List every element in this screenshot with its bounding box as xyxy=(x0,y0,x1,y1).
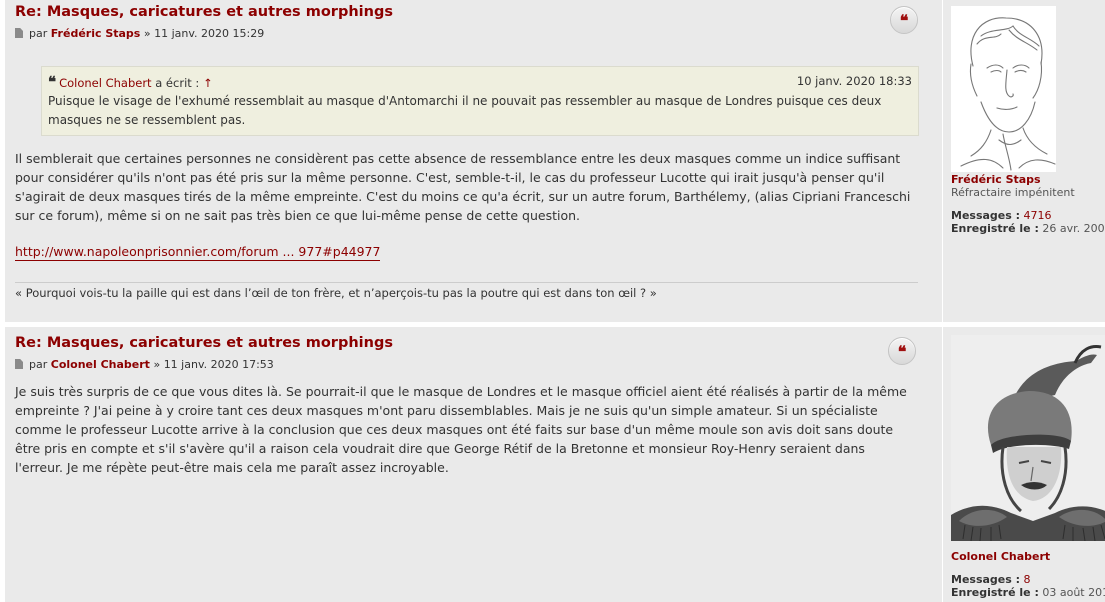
signature: « Pourquoi vois-tu la paille qui est dan… xyxy=(15,286,657,300)
post-author-line: par Frédéric Staps » 11 janv. 2020 15:29 xyxy=(15,27,264,40)
quote-source-arrow-icon[interactable]: ↑ xyxy=(203,76,213,90)
profile-messages: Messages : 8 xyxy=(951,573,1031,586)
post-profile: Colonel Chabert Messages : 8 Enregistré … xyxy=(942,327,1105,602)
post-content: Il semblerait que certaines personnes ne… xyxy=(15,151,911,223)
post-date: 11 janv. 2020 17:53 xyxy=(163,358,274,371)
separator: » xyxy=(143,27,151,40)
avatar-sketch-portrait xyxy=(951,6,1056,172)
avatar[interactable] xyxy=(951,335,1105,541)
messages-label: Messages : xyxy=(951,573,1021,586)
quote-wrote-label: a écrit : xyxy=(155,76,200,90)
registered-date: 03 août 2010 xyxy=(1042,586,1105,599)
registered-date: 26 avr. 2006 1 xyxy=(1042,222,1105,235)
messages-label: Messages : xyxy=(951,209,1021,222)
post-author-link[interactable]: Frédéric Staps xyxy=(51,27,141,40)
by-label: par xyxy=(29,358,48,371)
post-author-link[interactable]: Colonel Chabert xyxy=(51,358,150,371)
avatar[interactable] xyxy=(951,6,1056,172)
post-title[interactable]: Re: Masques, caricatures et autres morph… xyxy=(15,4,393,20)
profile-username[interactable]: Colonel Chabert xyxy=(951,550,1050,563)
quote-date: 10 janv. 2020 18:33 xyxy=(796,74,912,88)
post-profile: Frédéric Staps Réfractaire impénitent Me… xyxy=(942,0,1105,322)
post-author-line: par Colonel Chabert » 11 janv. 2020 17:5… xyxy=(15,358,274,371)
registered-label: Enregistré le : xyxy=(951,586,1039,599)
messages-count-link[interactable]: 8 xyxy=(1024,573,1031,586)
profile-messages: Messages : 4716 xyxy=(951,209,1052,222)
quote-reply-button[interactable]: ❝ xyxy=(888,337,916,365)
profile-rank: Réfractaire impénitent xyxy=(951,186,1075,199)
post-document-icon[interactable] xyxy=(15,28,23,38)
post-date: 11 janv. 2020 15:29 xyxy=(154,27,265,40)
quote-header: ❝ Colonel Chabert a écrit : ↑ xyxy=(48,73,213,91)
post: Re: Masques, caricatures et autres morph… xyxy=(5,327,1105,602)
profile-registered: Enregistré le : 03 août 2010 xyxy=(951,586,1105,599)
messages-count-link[interactable]: 4716 xyxy=(1024,209,1052,222)
quote-text: Puisque le visage de l'exhumé ressemblai… xyxy=(48,94,882,127)
signature-divider xyxy=(15,282,918,283)
post-document-icon[interactable] xyxy=(15,359,23,369)
registered-label: Enregistré le : xyxy=(951,222,1039,235)
post: Re: Masques, caricatures et autres morph… xyxy=(5,0,1105,322)
post-external-link[interactable]: http://www.napoleonprisonnier.com/forum … xyxy=(15,244,381,261)
quote-block: ❝ Colonel Chabert a écrit : ↑ 10 janv. 20… xyxy=(41,66,919,136)
separator: » xyxy=(153,358,161,371)
by-label: par xyxy=(29,27,48,40)
quote-icon: ❝ xyxy=(48,73,57,91)
quote-reply-button[interactable]: ❝ xyxy=(890,6,918,34)
post-content: Je suis très surpris de ce que vous dite… xyxy=(15,384,907,475)
avatar-engraved-portrait xyxy=(951,335,1105,541)
profile-registered: Enregistré le : 26 avr. 2006 1 xyxy=(951,222,1105,235)
profile-username[interactable]: Frédéric Staps xyxy=(951,173,1041,186)
quote-author-link[interactable]: Colonel Chabert xyxy=(59,76,152,90)
post-title[interactable]: Re: Masques, caricatures et autres morph… xyxy=(15,335,393,351)
